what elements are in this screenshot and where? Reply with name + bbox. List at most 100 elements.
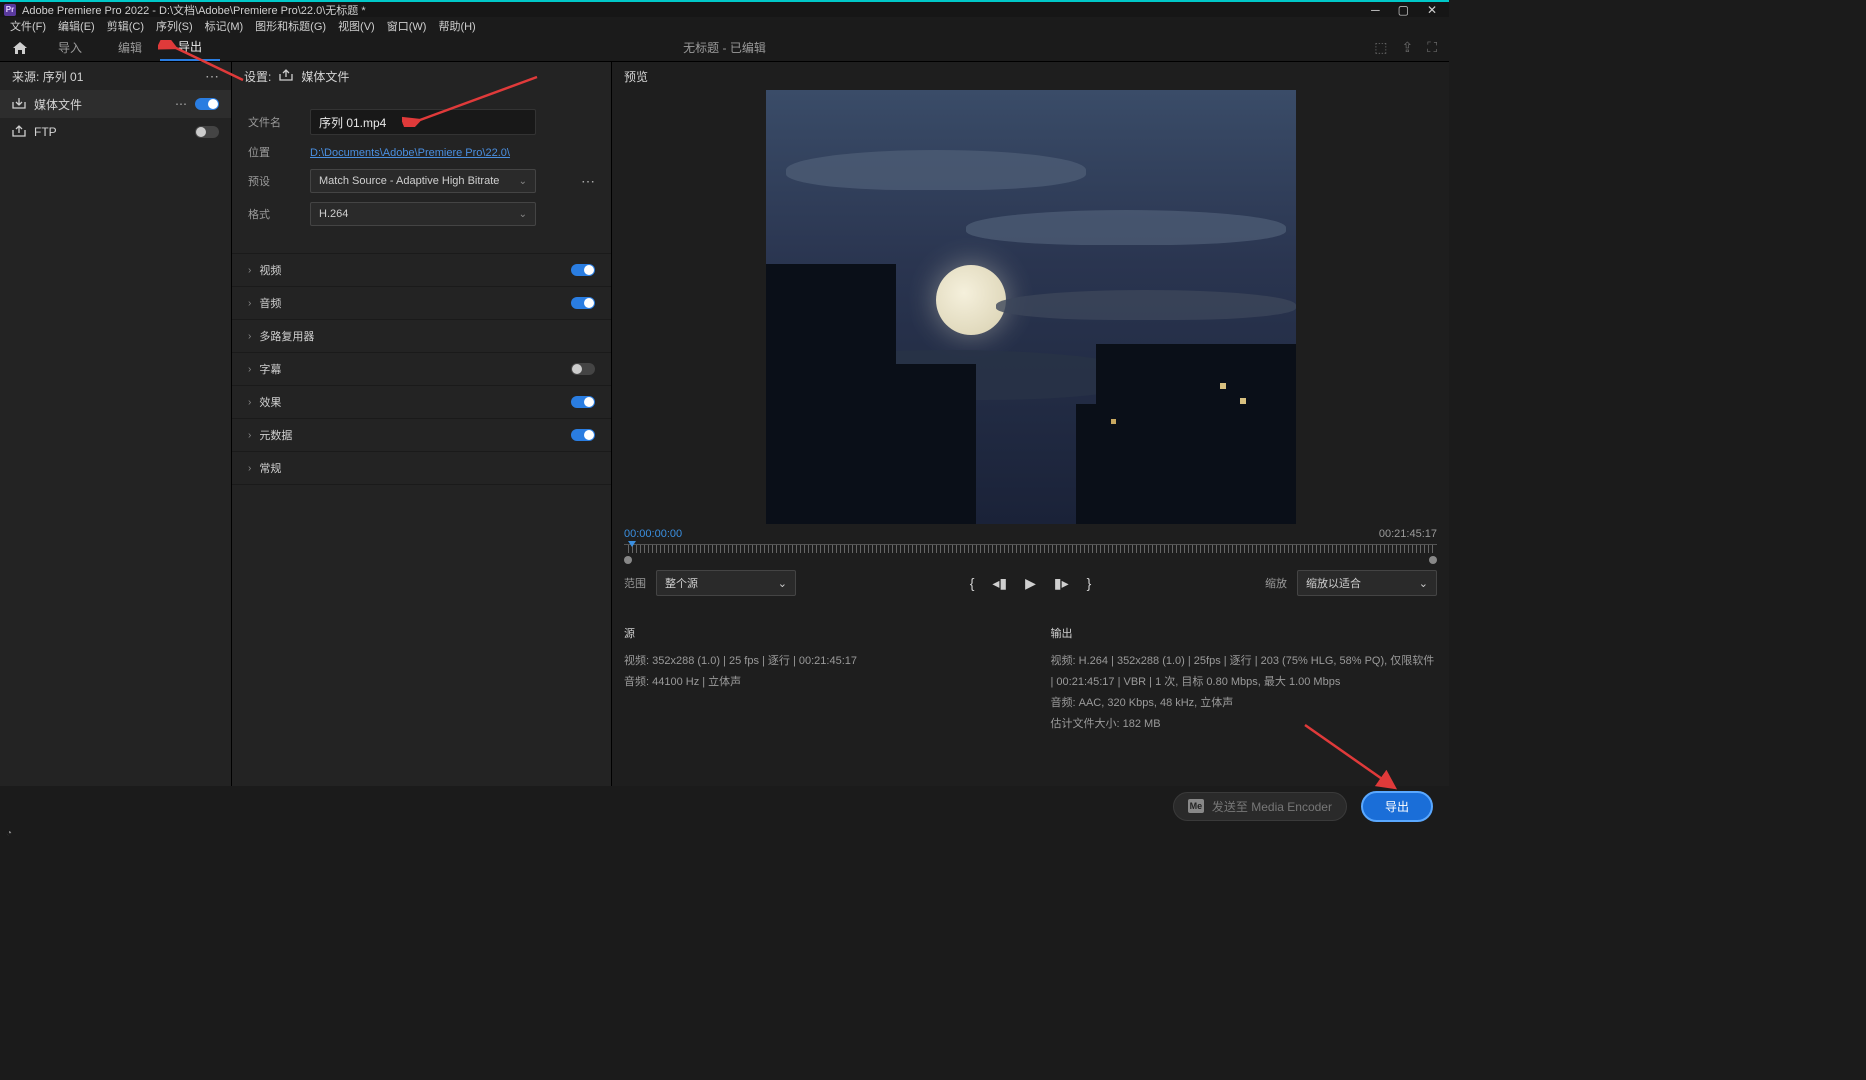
section-toggle[interactable] xyxy=(571,297,595,309)
scale-select[interactable]: 缩放以适合 ⌄ xyxy=(1297,570,1437,596)
workspace-tab-编辑[interactable]: 编辑 xyxy=(100,34,160,61)
destination-row[interactable]: 媒体文件 ⋯ xyxy=(0,90,231,118)
playhead-icon[interactable] xyxy=(628,541,636,547)
preview-label: 预览 xyxy=(612,62,1449,90)
settings-sub-label: 媒体文件 xyxy=(301,68,349,85)
section-label: 元数据 xyxy=(259,427,292,443)
settings-section[interactable]: ›常规 xyxy=(232,452,611,485)
window-title: Adobe Premiere Pro 2022 - D:\文档\Adobe\Pr… xyxy=(22,2,1371,18)
settings-export-icon xyxy=(279,69,293,84)
quick-export-icon[interactable]: ⬚ xyxy=(1374,39,1387,56)
minimize-button[interactable]: ─ xyxy=(1371,3,1380,17)
section-label: 字幕 xyxy=(259,361,281,377)
output-info: 输出 视频: H.264 | 352x288 (1.0) | 25fps | 逐… xyxy=(1051,624,1438,734)
menu-item[interactable]: 帮助(H) xyxy=(432,18,481,34)
filename-input[interactable] xyxy=(310,109,536,135)
project-title: 无标题 - 已编辑 xyxy=(683,39,766,56)
range-select[interactable]: 整个源 ⌄ xyxy=(656,570,796,596)
settings-label: 设置: xyxy=(244,68,271,85)
destination-row[interactable]: FTP xyxy=(0,118,231,146)
menu-bar: 文件(F)编辑(E)剪辑(C)序列(S)标记(M)图形和标题(G)视图(V)窗口… xyxy=(0,17,1449,34)
me-button-label: 发送至 Media Encoder xyxy=(1212,798,1332,815)
menu-item[interactable]: 窗口(W) xyxy=(381,18,433,34)
chevron-right-icon: › xyxy=(248,298,251,309)
home-icon[interactable] xyxy=(0,41,40,55)
settings-section[interactable]: ›视频 xyxy=(232,254,611,287)
output-info-title: 输出 xyxy=(1051,624,1438,645)
step-back-icon[interactable]: ◂▮ xyxy=(992,575,1007,592)
chevron-down-icon: ⌄ xyxy=(519,176,527,187)
menu-item[interactable]: 图形和标题(G) xyxy=(249,18,332,34)
menu-item[interactable]: 编辑(E) xyxy=(52,18,101,34)
menu-item[interactable]: 标记(M) xyxy=(199,18,250,34)
menu-item[interactable]: 剪辑(C) xyxy=(101,18,150,34)
scale-value: 缩放以适合 xyxy=(1306,575,1361,591)
preset-select[interactable]: Match Source - Adaptive High Bitrate ⌄ xyxy=(310,169,536,193)
range-end-handle[interactable] xyxy=(1429,556,1437,564)
menu-item[interactable]: 视图(V) xyxy=(332,18,381,34)
more-icon[interactable]: ⋯ xyxy=(175,97,187,111)
chevron-down-icon: ⌄ xyxy=(1419,577,1428,590)
play-icon[interactable]: ▶ xyxy=(1025,575,1036,592)
source-info: 源 视频: 352x288 (1.0) | 25 fps | 逐行 | 00:2… xyxy=(624,624,1011,734)
menu-item[interactable]: 文件(F) xyxy=(4,18,52,34)
format-select[interactable]: H.264 ⌄ xyxy=(310,202,536,226)
settings-section[interactable]: › 元数据 xyxy=(232,419,611,452)
filename-label: 文件名 xyxy=(248,114,310,130)
title-bar: Pr Adobe Premiere Pro 2022 - D:\文档\Adobe… xyxy=(0,0,1449,17)
source-more-icon[interactable]: ⋯ xyxy=(205,68,219,85)
settings-section[interactable]: ›效果 xyxy=(232,386,611,419)
preset-more-icon[interactable]: ⋯ xyxy=(581,173,595,190)
source-info-title: 源 xyxy=(624,624,1011,645)
share-icon[interactable]: ⇪ xyxy=(1401,39,1413,56)
time-out: 00:21:45:17 xyxy=(1379,528,1437,540)
chevron-right-icon: › xyxy=(248,430,251,441)
settings-section[interactable]: › 字幕 xyxy=(232,353,611,386)
progress-icon: ◔ xyxy=(6,828,12,839)
workspace-tab-导出[interactable]: 导出 xyxy=(160,34,220,61)
send-to-media-encoder-button[interactable]: Me 发送至 Media Encoder xyxy=(1173,792,1347,821)
section-toggle[interactable] xyxy=(571,396,595,408)
section-toggle[interactable] xyxy=(571,363,595,375)
status-bar: ◔ xyxy=(0,826,1449,840)
scale-label: 缩放 xyxy=(1265,575,1287,591)
destination-toggle[interactable] xyxy=(195,126,219,138)
range-start-handle[interactable] xyxy=(624,556,632,564)
app-icon: Pr xyxy=(4,4,16,16)
location-label: 位置 xyxy=(248,144,310,160)
source-label: 来源: xyxy=(12,70,39,84)
section-toggle[interactable] xyxy=(571,264,595,276)
section-label: 多路复用器 xyxy=(259,328,314,344)
location-link[interactable]: D:\Documents\Adobe\Premiere Pro\22.0\ xyxy=(310,147,510,159)
source-panel: 来源: 序列 01 ⋯ 媒体文件 ⋯ FTP xyxy=(0,62,232,826)
chevron-right-icon: › xyxy=(248,364,251,375)
preset-value: Match Source - Adaptive High Bitrate xyxy=(319,175,499,187)
destination-label: 媒体文件 xyxy=(34,96,82,113)
preset-label: 预设 xyxy=(248,173,310,189)
upload-icon xyxy=(12,125,26,140)
workspace-tabs: 导入编辑导出 无标题 - 已编辑 ⬚ ⇪ ⛶ xyxy=(0,34,1449,62)
fullscreen-icon[interactable]: ⛶ xyxy=(1427,39,1437,56)
download-icon xyxy=(12,97,26,112)
source-value: 序列 01 xyxy=(43,70,84,84)
menu-item[interactable]: 序列(S) xyxy=(150,18,199,34)
range-label: 范围 xyxy=(624,575,646,591)
chevron-right-icon: › xyxy=(248,331,251,342)
chevron-right-icon: › xyxy=(248,397,251,408)
mark-in-icon[interactable]: { xyxy=(970,575,975,592)
close-button[interactable]: ✕ xyxy=(1427,3,1437,17)
settings-section[interactable]: ›音频 xyxy=(232,287,611,320)
step-forward-icon[interactable]: ▮▸ xyxy=(1054,575,1069,592)
preview-panel: 预览 00:00:00:00 00:21:45:17 xyxy=(612,62,1449,826)
settings-section[interactable]: › 多路复用器 xyxy=(232,320,611,353)
section-toggle[interactable] xyxy=(571,429,595,441)
maximize-button[interactable]: ▢ xyxy=(1398,3,1409,17)
format-value: H.264 xyxy=(319,208,348,220)
format-label: 格式 xyxy=(248,206,310,222)
preview-video[interactable] xyxy=(766,90,1296,524)
workspace-tab-导入[interactable]: 导入 xyxy=(40,34,100,61)
export-button[interactable]: 导出 xyxy=(1361,791,1433,822)
destination-toggle[interactable] xyxy=(195,98,219,110)
timeline-ruler[interactable] xyxy=(624,544,1437,560)
mark-out-icon[interactable]: } xyxy=(1087,575,1092,592)
